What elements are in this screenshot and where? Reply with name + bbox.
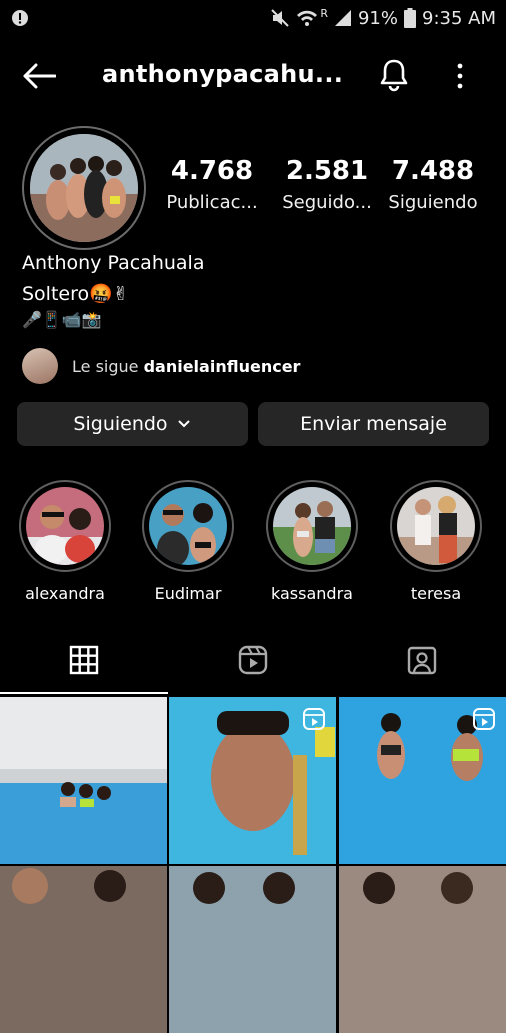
profile-full-name: Anthony Pacahuala — [22, 252, 205, 274]
followed-by-text: Le sigue danielainfluencer — [72, 357, 300, 376]
status-bar: R 91% 9:35 AM — [0, 0, 506, 36]
chevron-down-icon — [177, 420, 190, 428]
followed-by-user: danielainfluencer — [143, 356, 301, 376]
reel-badge-icon — [303, 708, 325, 730]
profile-avatar[interactable] — [22, 126, 146, 250]
back-arrow-icon[interactable] — [22, 62, 56, 90]
bio-line-1: Soltero🤬✌ — [22, 283, 129, 305]
followers-count: 2.581 — [285, 156, 369, 186]
highlight-teresa[interactable]: teresa — [388, 480, 484, 603]
message-button-label: Enviar mensaje — [300, 413, 447, 435]
posts-count: 4.768 — [170, 156, 254, 186]
highlight-label: kassandra — [271, 584, 353, 603]
followed-by-prefix: Le sigue — [72, 356, 139, 376]
stat-posts[interactable]: 4.768 Publicac... — [157, 156, 267, 213]
bio-line-2: 🎤📱📹📸 — [22, 310, 102, 329]
post-thumbnail[interactable] — [169, 866, 336, 1033]
signal-icon — [334, 10, 351, 26]
following-button[interactable]: Siguiendo — [17, 402, 248, 446]
highlight-ring — [19, 480, 111, 572]
highlight-ring — [266, 480, 358, 572]
following-button-label: Siguiendo — [73, 413, 168, 435]
highlight-cover — [397, 487, 475, 565]
active-tab-indicator — [0, 692, 168, 694]
stat-followers[interactable]: 2.581 Seguido... — [272, 156, 382, 213]
stat-following[interactable]: 7.488 Siguiendo — [378, 156, 488, 213]
highlight-label: Eudimar — [154, 584, 222, 603]
highlight-ring — [390, 480, 482, 572]
highlight-ring — [142, 480, 234, 572]
highlight-eudimar[interactable]: Eudimar — [140, 480, 236, 603]
more-options-icon[interactable] — [450, 60, 470, 92]
wifi-icon — [297, 10, 318, 26]
profile-username: anthonypacahu... — [102, 60, 344, 88]
message-button[interactable]: Enviar mensaje — [258, 402, 489, 446]
highlight-label: teresa — [410, 584, 462, 603]
following-count: 7.488 — [391, 156, 475, 186]
highlight-alexandra[interactable]: alexandra — [17, 480, 113, 603]
highlight-label: alexandra — [25, 584, 105, 603]
highlight-cover — [26, 487, 104, 565]
roaming-indicator: R — [320, 6, 328, 20]
battery-percent: 91% — [357, 7, 398, 29]
follower-avatar — [22, 348, 58, 384]
avatar-photo — [30, 134, 138, 242]
highlight-cover — [149, 487, 227, 565]
content-tabs — [0, 632, 506, 694]
post-thumbnail[interactable] — [169, 697, 336, 864]
followed-by[interactable]: Le sigue danielainfluencer — [22, 347, 300, 385]
followers-label: Seguido... — [282, 192, 372, 213]
post-thumbnail[interactable] — [0, 866, 167, 1033]
tagged-icon[interactable] — [406, 644, 438, 676]
highlight-kassandra[interactable]: kassandra — [264, 480, 360, 603]
reel-badge-icon — [473, 708, 495, 730]
post-thumbnail[interactable] — [0, 697, 167, 864]
notification-icon — [12, 10, 28, 26]
following-label: Siguiendo — [388, 192, 478, 213]
clock: 9:35 AM — [422, 7, 496, 29]
highlight-cover — [273, 487, 351, 565]
profile-header: anthonypacahu... — [0, 48, 506, 104]
reels-icon[interactable] — [237, 644, 269, 676]
bell-icon[interactable] — [378, 58, 410, 92]
post-thumbnail[interactable] — [339, 866, 506, 1033]
post-thumbnail[interactable] — [339, 697, 506, 864]
battery-icon — [404, 8, 416, 28]
grid-icon[interactable] — [68, 644, 100, 676]
mute-icon — [271, 9, 290, 27]
posts-label: Publicac... — [166, 192, 258, 213]
